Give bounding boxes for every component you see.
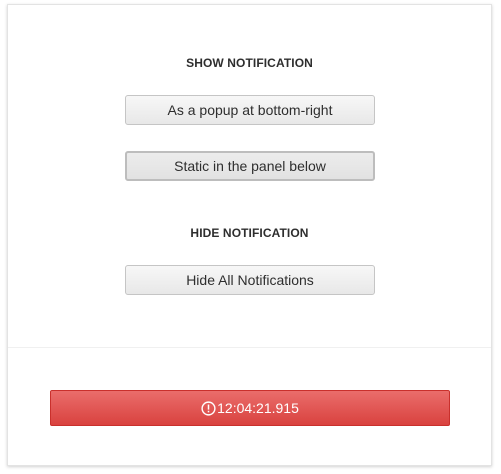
hide-all-notifications-button[interactable]: Hide All Notifications	[125, 265, 375, 295]
panel-divider	[8, 347, 491, 348]
show-notification-heading: SHOW NOTIFICATION	[186, 56, 313, 70]
notification-time: 12:04:21.915	[217, 400, 299, 416]
hide-notification-heading: HIDE NOTIFICATION	[190, 226, 309, 240]
alert-circle-icon	[201, 400, 216, 416]
static-notification: 12:04:21.915	[50, 390, 450, 426]
static-panel-button[interactable]: Static in the panel below	[125, 151, 375, 181]
notification-demo-panel: SHOW NOTIFICATION As a popup at bottom-r…	[7, 4, 492, 466]
popup-bottom-right-button[interactable]: As a popup at bottom-right	[125, 95, 375, 125]
